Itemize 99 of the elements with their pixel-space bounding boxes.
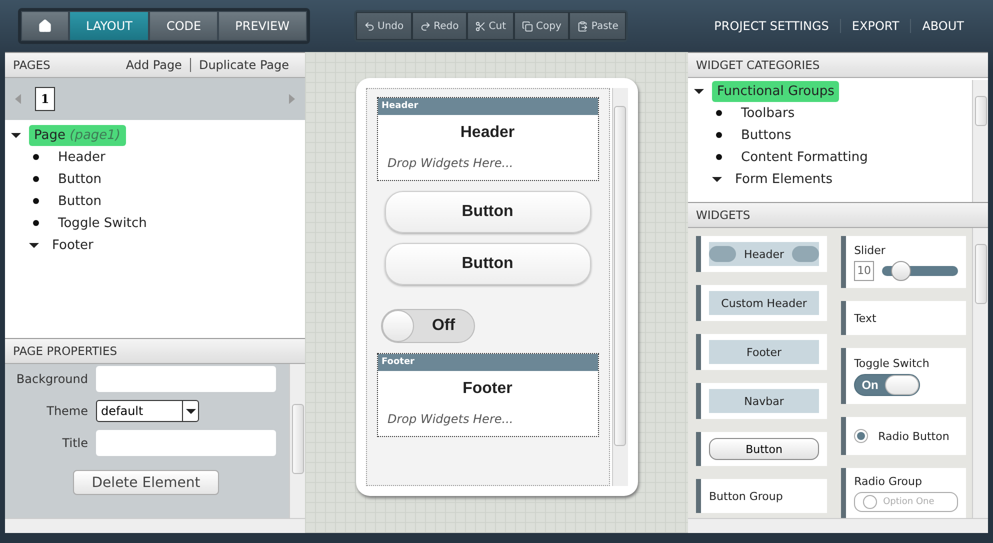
scrollbar[interactable]	[972, 80, 988, 202]
scrollbar[interactable]	[289, 364, 305, 518]
nav-tab[interactable]: PREVIEW	[218, 11, 306, 41]
edit-button[interactable]: Cut	[466, 12, 514, 40]
toggle-switch[interactable]: Off	[380, 309, 474, 343]
footer-section[interactable]: Footer Footer Drop Widgets Here...	[376, 353, 598, 437]
top-link[interactable]: ABOUT	[910, 19, 975, 33]
panel-title: PAGE PROPERTIES	[13, 344, 118, 358]
widget-card[interactable]: Button	[696, 432, 828, 466]
widget-card[interactable]: Radio Button	[841, 417, 966, 455]
theme-select[interactable]: default	[96, 400, 199, 422]
widget-label: Text	[854, 312, 878, 324]
edit-button[interactable]: Undo	[356, 12, 412, 40]
scrollbar[interactable]	[5, 518, 305, 533]
field-label: Title	[61, 436, 88, 450]
panel-link[interactable]: Duplicate Page	[190, 58, 297, 72]
top-link[interactable]: EXPORT	[840, 19, 910, 33]
bullet-icon	[716, 110, 722, 116]
bullet-icon	[33, 220, 39, 226]
tree-item[interactable]: Toolbars	[736, 102, 800, 124]
bullet-icon	[716, 132, 722, 138]
input-field[interactable]	[96, 430, 276, 456]
tree-item[interactable]: Header	[53, 146, 110, 168]
input-field[interactable]	[96, 366, 276, 392]
widget-label: Slider	[854, 244, 886, 256]
clipboard-icon	[577, 20, 588, 32]
tree-item[interactable]: Content Formatting	[736, 146, 873, 168]
widget-card[interactable]: Navbar	[696, 383, 828, 419]
edit-button[interactable]: Redo	[412, 12, 467, 40]
expanded-arrow-icon[interactable]	[694, 88, 704, 94]
scissors-icon	[474, 20, 486, 32]
home-icon	[38, 19, 52, 33]
widget-card[interactable]: Toggle Switch On	[841, 348, 966, 404]
widget-card[interactable]: Slider 10	[841, 236, 966, 288]
tree-item[interactable]: Page (page1)	[29, 124, 126, 146]
nav-tab[interactable]: CODE	[149, 11, 218, 41]
drop-hint: Drop Widgets Here...	[386, 412, 514, 428]
top-link[interactable]: PROJECT SETTINGS	[703, 19, 840, 33]
panel-link[interactable]: Add Page	[118, 58, 190, 72]
expanded-arrow-icon[interactable]	[29, 242, 39, 248]
section-title: Footer	[462, 379, 514, 399]
field-label: Theme	[46, 404, 88, 418]
tree-item[interactable]: Form Elements	[730, 168, 838, 190]
radio-option: Option One	[854, 492, 958, 512]
edit-button[interactable]: Paste	[569, 12, 626, 40]
widget-card[interactable]: Button Group	[696, 479, 828, 513]
slider-value: 10	[854, 260, 874, 280]
header-preview: Header	[709, 242, 820, 266]
edit-button[interactable]: Copy	[514, 12, 570, 40]
bar-preview: Footer	[709, 340, 820, 364]
bullet-icon	[33, 154, 39, 160]
section-tag: Header	[378, 98, 598, 115]
widget-label: Radio Button	[878, 430, 950, 442]
scrollbar[interactable]	[612, 88, 628, 486]
widget-label: Button Group	[709, 490, 784, 502]
dropdown-arrow-icon	[186, 408, 196, 414]
tree-item[interactable]: Button	[53, 190, 107, 212]
phone-button[interactable]: Button	[384, 191, 590, 233]
undo-icon	[364, 20, 374, 32]
next-arrow-icon[interactable]	[289, 94, 295, 104]
tree-item[interactable]: Toggle Switch	[53, 212, 152, 234]
panel-title: WIDGET CATEGORIES	[696, 58, 820, 72]
section-tag: Footer	[378, 354, 598, 371]
bar-preview: Navbar	[709, 389, 820, 413]
field-label: Background	[15, 372, 88, 386]
tree-item[interactable]: Footer	[47, 234, 98, 256]
expanded-arrow-icon[interactable]	[11, 132, 21, 138]
home-button[interactable]	[21, 11, 69, 41]
page-tab[interactable]: 1	[35, 87, 55, 111]
phone-button[interactable]: Button	[384, 243, 590, 285]
panel-title: WIDGETS	[696, 208, 750, 222]
header-section[interactable]: Header Header Drop Widgets Here...	[376, 97, 598, 181]
widget-card[interactable]: Custom Header	[696, 285, 828, 321]
tree-item[interactable]: Buttons	[736, 124, 796, 146]
button-preview: Button	[709, 438, 820, 460]
widget-card[interactable]: Text	[841, 301, 966, 335]
bar-preview: Custom Header	[709, 291, 820, 315]
drop-hint: Drop Widgets Here...	[386, 156, 514, 172]
redo-icon	[420, 20, 431, 32]
widget-card[interactable]: Footer	[696, 334, 828, 370]
nav-tab[interactable]: LAYOUT	[69, 11, 150, 41]
widget-label: Toggle Switch	[854, 356, 930, 370]
expanded-arrow-icon[interactable]	[712, 176, 722, 182]
panel-title: PAGES	[13, 58, 50, 72]
scrollbar[interactable]	[972, 228, 988, 518]
bullet-icon	[716, 154, 722, 160]
copy-icon	[522, 20, 533, 32]
tree-item[interactable]: Functional Groups	[712, 80, 840, 102]
bullet-icon	[33, 198, 39, 204]
section-title: Header	[459, 123, 516, 143]
bullet-icon	[33, 176, 39, 182]
previous-arrow-icon[interactable]	[15, 94, 21, 104]
delete-button[interactable]: Delete Element	[73, 470, 219, 495]
widget-card[interactable]: Header	[696, 236, 828, 272]
scrollbar[interactable]	[688, 518, 988, 533]
widget-label: Radio Group	[854, 474, 923, 488]
tree-item[interactable]: Button	[53, 168, 107, 190]
widget-card[interactable]: Radio Group Option One	[841, 468, 966, 518]
toggle-switch: On	[854, 374, 920, 396]
